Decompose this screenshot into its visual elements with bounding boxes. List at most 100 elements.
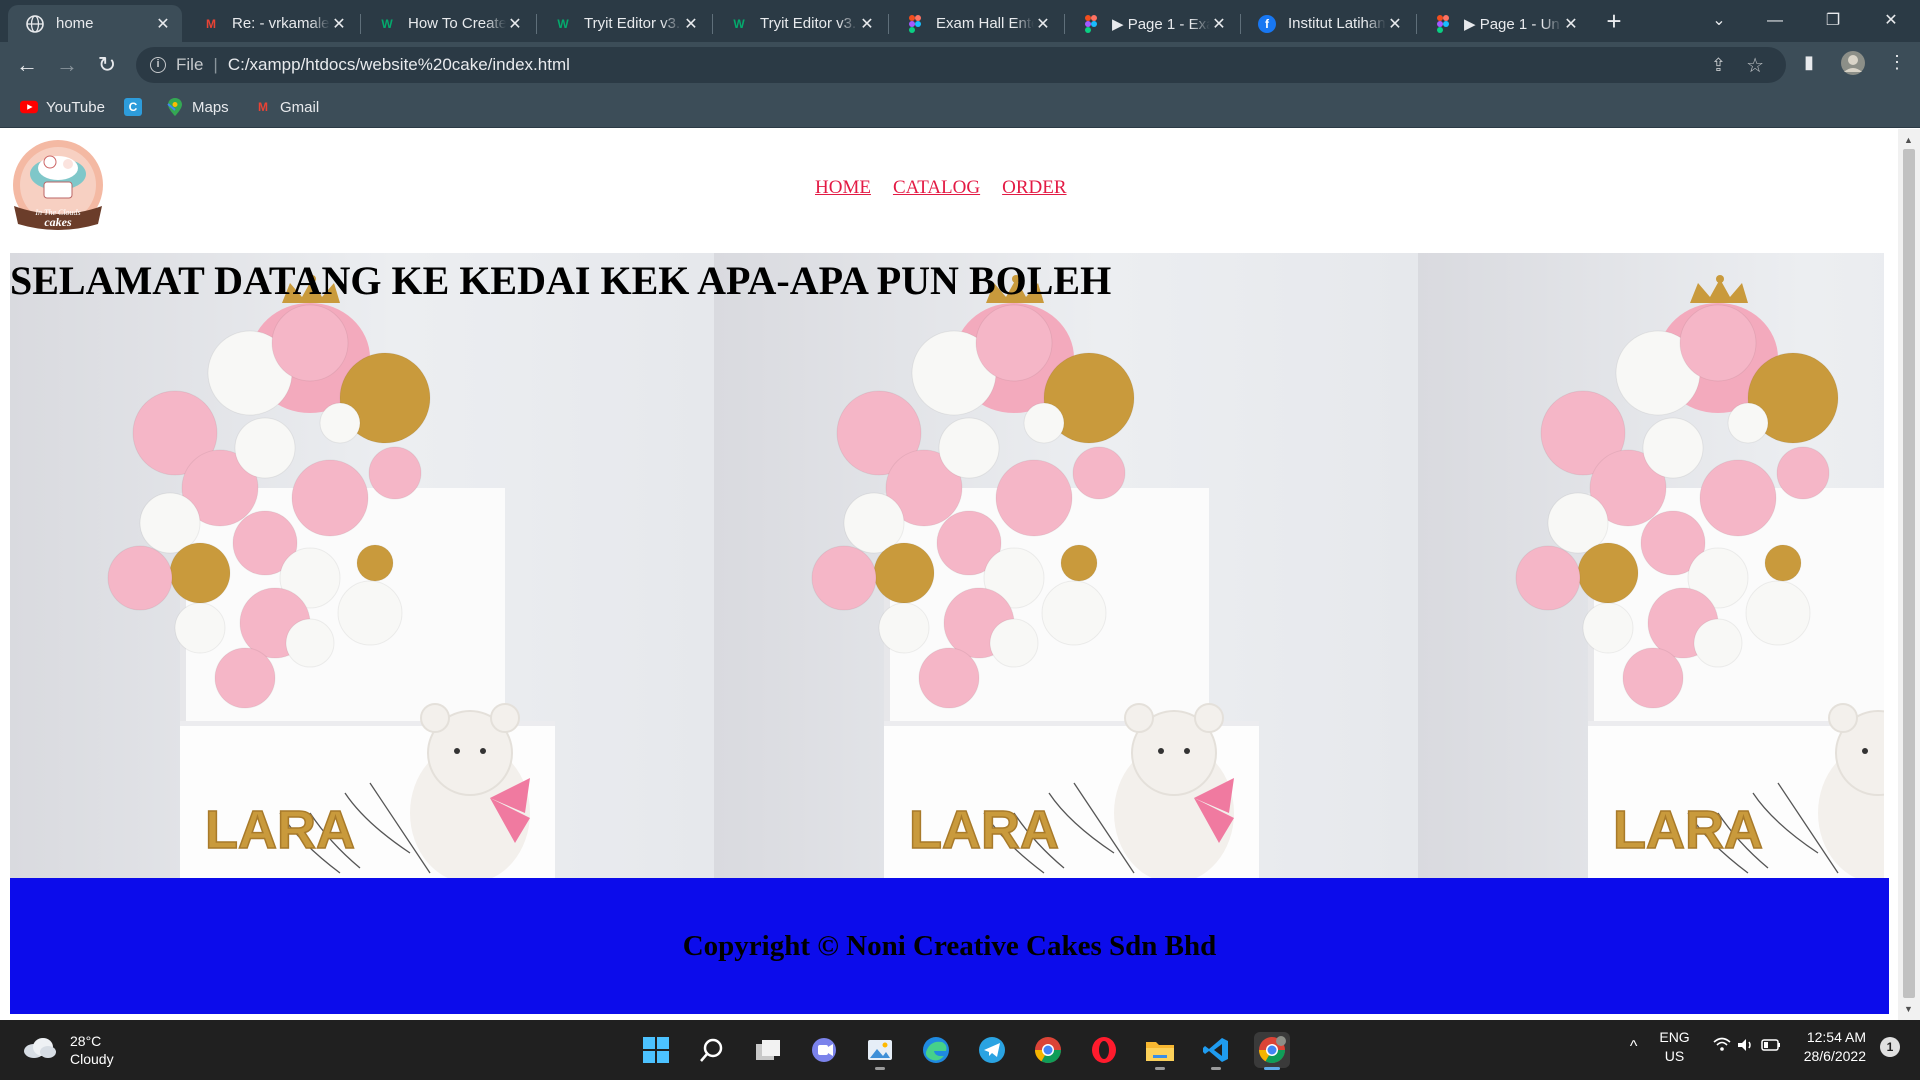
running-indicator <box>875 1067 885 1070</box>
nav-home-link[interactable]: HOME <box>815 177 871 199</box>
menu-kebab-icon[interactable]: ⋮ <box>1888 52 1906 73</box>
tab-search-button[interactable]: ⌄ <box>1696 6 1742 36</box>
forward-button[interactable]: → <box>52 50 82 80</box>
tab-gmail[interactable]: M Re: - vrkamalesh ✕ <box>184 5 358 42</box>
weather-widget[interactable]: 28°C Cloudy <box>22 1032 114 1068</box>
separator: | <box>213 55 218 74</box>
figma-icon <box>1082 14 1100 33</box>
share-icon[interactable]: ⇪ <box>1711 55 1726 76</box>
close-icon[interactable]: ✕ <box>682 14 700 34</box>
hero-background-image: 1LARA <box>1418 253 1884 878</box>
close-icon[interactable]: ✕ <box>1210 14 1228 34</box>
region-code: US <box>1664 1048 1685 1064</box>
chrome-icon[interactable] <box>1030 1032 1066 1068</box>
weather-temp: 28°C <box>70 1033 102 1049</box>
address-bar[interactable]: i File | C:/xampp/htdocs/website%20cake/… <box>136 47 1786 83</box>
tab-title: Institut Latihan <box>1288 15 1386 32</box>
restore-button[interactable]: ❐ <box>1810 6 1856 36</box>
page-scrollbar[interactable]: ▲ ▼ <box>1898 129 1920 1020</box>
copyright-text: Copyright © Noni Creative Cakes Sdn Bhd <box>682 929 1217 962</box>
tab-strip: home ✕ M Re: - vrkamalesh ✕ W How To Cre… <box>0 0 1920 42</box>
tab-title: Tryit Editor v3. <box>760 15 857 32</box>
bookmark-label: Gmail <box>280 98 320 116</box>
url-text[interactable]: C:/xampp/htdocs/website%20cake/index.htm… <box>228 55 570 75</box>
site-logo[interactable]: In The Clouds cakes <box>10 140 108 234</box>
nav-catalog-link[interactable]: CATALOG <box>893 177 980 199</box>
tab-title: home <box>56 15 94 32</box>
running-indicator <box>1155 1067 1165 1070</box>
close-icon[interactable]: ✕ <box>1034 14 1052 34</box>
network-volume-battery-icons[interactable] <box>1712 1036 1782 1059</box>
figma-icon <box>1434 14 1452 33</box>
battery-icon <box>1760 1038 1780 1051</box>
edge-icon[interactable] <box>918 1032 954 1068</box>
close-icon[interactable]: ✕ <box>330 14 348 34</box>
bookmark-youtube[interactable]: YouTube <box>20 98 105 116</box>
tab-title: ▶ Page 1 - Exa <box>1112 15 1210 33</box>
windows-start-icon[interactable] <box>638 1032 674 1068</box>
vscode-icon[interactable] <box>1198 1032 1234 1070</box>
tab-w3schools-2[interactable]: W Tryit Editor v3. ✕ <box>536 5 710 42</box>
close-icon[interactable]: ✕ <box>154 14 172 34</box>
bookmark-star-icon[interactable]: ☆ <box>1746 53 1764 78</box>
chevron-up-icon[interactable]: ^ <box>1630 1038 1638 1056</box>
w3schools-icon: W <box>381 16 393 31</box>
scroll-down-icon[interactable]: ▼ <box>1904 1004 1913 1014</box>
svg-text:LARA: LARA <box>205 800 355 860</box>
gmail-icon: M <box>258 100 268 114</box>
file-explorer-icon[interactable] <box>1142 1032 1178 1070</box>
tab-facebook[interactable]: f Institut Latihan ✕ <box>1240 5 1414 42</box>
tab-home[interactable]: home ✕ <box>8 5 182 42</box>
scroll-up-icon[interactable]: ▲ <box>1904 135 1913 145</box>
tab-figma-3[interactable]: ▶ Page 1 - Un ✕ <box>1416 5 1590 42</box>
minimize-button[interactable]: — <box>1752 6 1798 36</box>
tab-w3schools-3[interactable]: W Tryit Editor v3. ✕ <box>712 5 886 42</box>
close-icon[interactable]: ✕ <box>1562 14 1580 34</box>
tab-w3schools-1[interactable]: W How To Create ✕ <box>360 5 534 42</box>
bookmarks-bar: YouTube C Maps M Gmail <box>0 88 1920 128</box>
cloud-icon <box>22 1037 56 1064</box>
hero-background-image: 1LARA <box>714 253 1418 878</box>
task-view-icon[interactable] <box>750 1032 786 1068</box>
bookmark-label: YouTube <box>46 98 105 116</box>
hero-background-image: 1LARA <box>10 253 714 878</box>
profile-avatar[interactable] <box>1840 50 1866 81</box>
reload-button[interactable]: ↻ <box>92 50 122 80</box>
nav-order-link[interactable]: ORDER <box>1002 177 1066 199</box>
w3schools-icon: W <box>557 16 569 31</box>
bookmark-gmail[interactable]: M Gmail <box>254 98 319 116</box>
bookmark-c-app[interactable]: C <box>124 98 150 116</box>
hero-banner: 1LARA 1LARA 1LARA SELAMAT DATANG KE KEDA… <box>10 253 1884 878</box>
system-clock[interactable]: 12:54 AM 28/6/2022 <box>1804 1028 1866 1066</box>
close-icon[interactable]: ✕ <box>1386 14 1404 34</box>
notification-badge[interactable]: 1 <box>1880 1037 1900 1057</box>
chrome-profile-icon[interactable] <box>1254 1032 1290 1070</box>
running-indicator <box>1264 1067 1280 1070</box>
side-panel-icon[interactable]: ▮ <box>1804 52 1814 73</box>
photos-icon[interactable] <box>862 1032 898 1070</box>
new-tab-button[interactable]: + <box>1600 8 1628 36</box>
opera-icon[interactable] <box>1086 1032 1122 1068</box>
tab-title: ▶ Page 1 - Un <box>1464 15 1560 33</box>
close-window-button[interactable]: ✕ <box>1868 6 1914 36</box>
telegram-icon[interactable] <box>974 1032 1010 1068</box>
info-icon[interactable]: i <box>150 57 166 73</box>
language-indicator[interactable]: ENG US <box>1659 1028 1689 1066</box>
search-icon[interactable] <box>694 1032 730 1068</box>
globe-icon <box>26 14 44 33</box>
back-button[interactable]: ← <box>12 50 42 80</box>
facebook-icon: f <box>1258 14 1276 33</box>
clock-date: 28/6/2022 <box>1803 1048 1866 1064</box>
scrollbar-thumb[interactable] <box>1903 149 1915 998</box>
teams-icon[interactable] <box>806 1032 842 1068</box>
running-indicator <box>1211 1067 1221 1070</box>
tab-figma-2[interactable]: ▶ Page 1 - Exa ✕ <box>1064 5 1238 42</box>
bookmark-maps[interactable]: Maps <box>166 98 229 116</box>
gmail-icon: M <box>206 16 216 31</box>
close-icon[interactable]: ✕ <box>858 14 876 34</box>
tab-title: Exam Hall Enter <box>936 15 1034 32</box>
svg-text:LARA: LARA <box>909 800 1059 860</box>
close-icon[interactable]: ✕ <box>506 14 524 34</box>
volume-icon <box>1737 1038 1751 1051</box>
tab-figma-1[interactable]: Exam Hall Enter ✕ <box>888 5 1062 42</box>
